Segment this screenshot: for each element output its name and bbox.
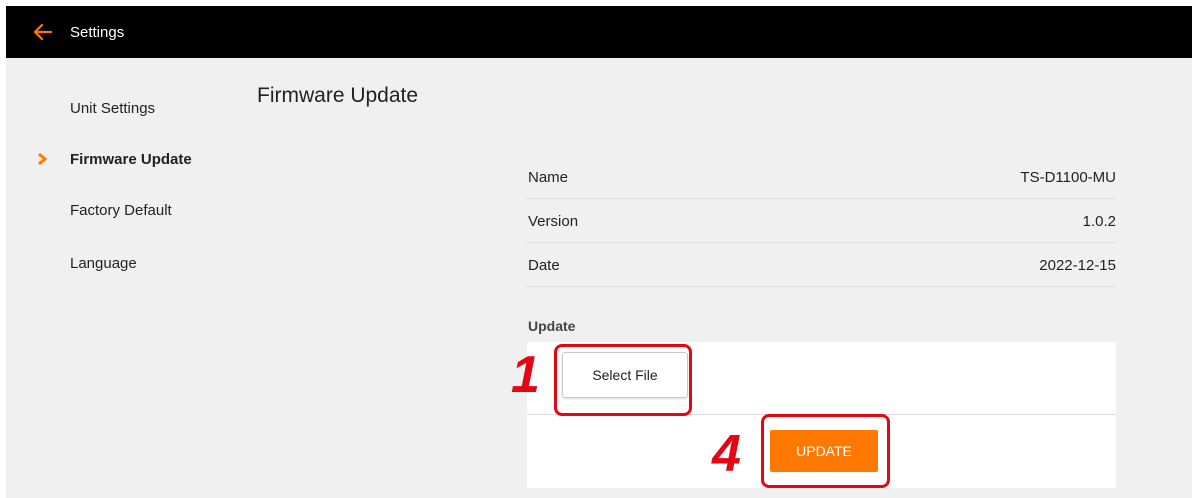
update-section-label: Update	[528, 318, 576, 334]
info-row-name: Name TS-D1100-MU	[526, 155, 1116, 199]
info-label: Name	[528, 169, 569, 186]
sidebar-item-language[interactable]: Language	[70, 255, 137, 272]
sidebar-item-unit-settings[interactable]: Unit Settings	[70, 100, 155, 117]
info-row-date: Date 2022-12-15	[526, 243, 1116, 287]
back-button[interactable]	[32, 18, 56, 46]
info-label: Version	[528, 213, 579, 230]
page-title: Firmware Update	[257, 84, 419, 107]
chevron-right-icon	[38, 152, 48, 166]
topbar-title: Settings	[70, 24, 125, 41]
callout-number-1: 1	[511, 346, 540, 404]
callout-number-4: 4	[712, 425, 741, 483]
info-value: TS-D1100-MU	[1020, 169, 1116, 186]
top-bar: Settings	[6, 6, 1192, 58]
callout-highlight-update	[761, 414, 890, 488]
info-value: 1.0.2	[1082, 213, 1116, 230]
info-label: Date	[528, 257, 560, 274]
app-window: Settings Unit Settings Firmware Update F…	[6, 6, 1192, 498]
info-row-version: Version 1.0.2	[526, 199, 1116, 243]
info-value: 2022-12-15	[1039, 257, 1116, 274]
sidebar-item-firmware-update[interactable]: Firmware Update	[70, 151, 192, 168]
arrow-left-icon	[33, 23, 53, 41]
sidebar-item-factory-default[interactable]: Factory Default	[70, 202, 172, 219]
callout-highlight-select-file	[554, 344, 692, 416]
